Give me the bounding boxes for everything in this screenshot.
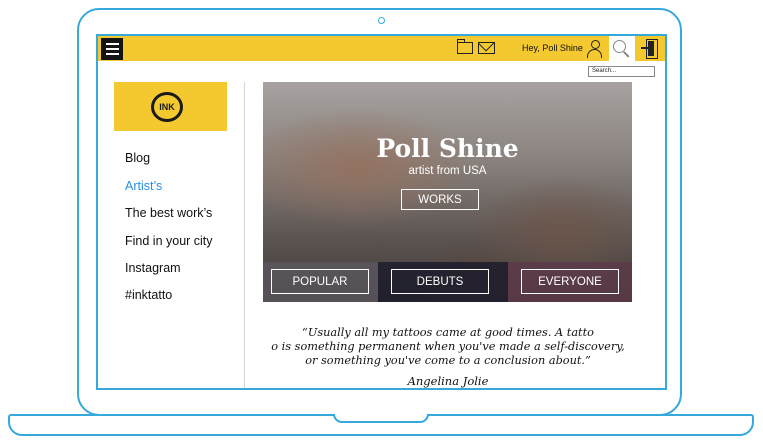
mail-icon[interactable] (478, 42, 495, 54)
sidebar-item-inktatto[interactable]: #inktatto (125, 288, 172, 302)
debuts-button[interactable]: DEBUTS (391, 269, 489, 294)
sidebar-item-blog[interactable]: Blog (125, 151, 150, 165)
sidebar-item-artists[interactable]: Artist’s (125, 179, 162, 193)
search-button[interactable] (609, 36, 635, 61)
artist-name: Poll Shine (376, 134, 519, 163)
everyone-button[interactable]: EVERYONE (521, 269, 619, 294)
screen: Hey, Poll Shine Search... INK Blog Artis… (96, 34, 667, 390)
search-input[interactable]: Search... (588, 66, 655, 77)
exit-door-icon[interactable] (641, 39, 658, 59)
hamburger-menu-button[interactable] (101, 38, 123, 60)
artist-quote: “Usually all my tattoos came at good tim… (253, 326, 643, 368)
popular-button[interactable]: POPULAR (271, 269, 369, 294)
logo-ring: INK (151, 92, 183, 122)
user-greeting: Hey, Poll Shine (522, 43, 583, 53)
works-button[interactable]: WORKS (401, 189, 479, 210)
sidebar-divider (244, 82, 245, 388)
quote-line: o is something permanent when you've mad… (271, 340, 625, 353)
folder-icon[interactable] (456, 39, 473, 54)
artist-hero-banner: Poll Shine artist from USA WORKS POPULAR… (263, 82, 632, 302)
sidebar-item-instagram[interactable]: Instagram (125, 261, 181, 275)
quote-line: “Usually all my tattoos came at good tim… (302, 326, 594, 339)
ink-logo[interactable]: INK (114, 82, 227, 131)
top-bar: Hey, Poll Shine (98, 36, 665, 61)
sidebar-item-find-in-city[interactable]: Find in your city (125, 234, 213, 248)
quote-author: Angelina Jolie (407, 374, 489, 388)
sidebar-item-best-works[interactable]: The best work’s (125, 206, 212, 220)
user-icon[interactable] (587, 40, 603, 58)
laptop-notch (333, 414, 429, 423)
quote-line: or something you've come to a conclusion… (305, 354, 591, 367)
artist-origin: artist from USA (408, 165, 487, 177)
webcam-icon (378, 17, 385, 24)
